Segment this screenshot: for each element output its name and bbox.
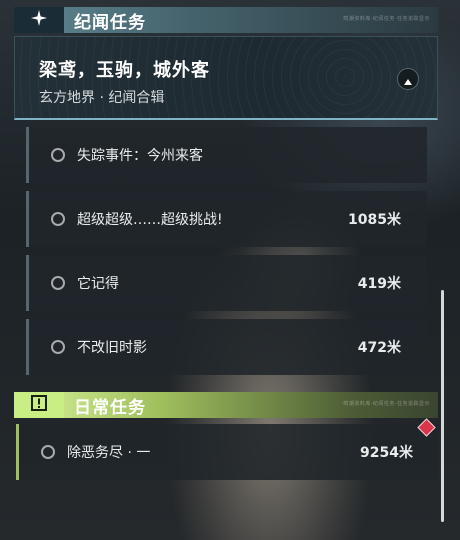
daily-quest-row-1[interactable]: 除恶务尽 · 一 9254米 (16, 424, 437, 480)
quest-row-4[interactable]: 不改旧时影 472米 (26, 319, 427, 375)
story-banner[interactable]: 梁鸢，玉驹，城外客 玄方地界 · 纪闻合辑 (14, 36, 438, 120)
story-section-tiny-label: 鸣潮资料库·纪闻任务·任务追踪显示 (343, 16, 430, 22)
quest-radio[interactable] (51, 340, 65, 354)
exclamation-box-icon (31, 395, 47, 415)
quest-name: 超级超级……超级挑战! (77, 212, 223, 228)
quest-name: 它记得 (77, 276, 119, 292)
banner-subtitle: 玄方地界 · 纪闻合辑 (39, 90, 165, 106)
quest-distance: 472米 (357, 340, 401, 356)
four-point-star-icon (31, 10, 47, 30)
quest-radio[interactable] (51, 212, 65, 226)
quest-radio[interactable] (41, 445, 55, 459)
quest-radio[interactable] (51, 148, 65, 162)
quest-name: 失踪事件：今州来客 (77, 148, 203, 164)
quest-row-1[interactable]: 失踪事件：今州来客 (26, 127, 427, 183)
quest-row-3[interactable]: 它记得 419米 (26, 255, 427, 311)
quest-tracker-panel: 纪闻任务 鸣潮资料库·纪闻任务·任务追踪显示 梁鸢，玉驹，城外客 玄方地界 · … (0, 0, 460, 540)
daily-quests-header[interactable]: 日常任务 鸣潮资料库·纪闻任务·任务追踪显示 (14, 392, 438, 418)
daily-section-tiny-label: 鸣潮资料库·纪闻任务·任务追踪显示 (343, 401, 430, 407)
story-section-title: 纪闻任务 (74, 12, 146, 33)
story-quests-header[interactable]: 纪闻任务 鸣潮资料库·纪闻任务·任务追踪显示 (14, 7, 438, 33)
quest-row-2[interactable]: 超级超级……超级挑战! 1085米 (26, 191, 427, 247)
chevron-up-icon (404, 70, 412, 89)
quest-name: 不改旧时影 (77, 340, 147, 356)
quest-distance: 1085米 (348, 212, 401, 228)
quest-radio[interactable] (51, 276, 65, 290)
banner-title: 梁鸢，玉驹，城外客 (39, 60, 210, 81)
quest-name: 除恶务尽 · 一 (67, 445, 151, 461)
scrollbar[interactable] (441, 290, 444, 522)
daily-badge (14, 392, 64, 418)
quest-distance: 9254米 (360, 445, 413, 461)
story-badge (14, 7, 64, 33)
collapse-button[interactable] (397, 68, 419, 90)
daily-section-title: 日常任务 (74, 397, 146, 418)
quest-distance: 419米 (357, 276, 401, 292)
